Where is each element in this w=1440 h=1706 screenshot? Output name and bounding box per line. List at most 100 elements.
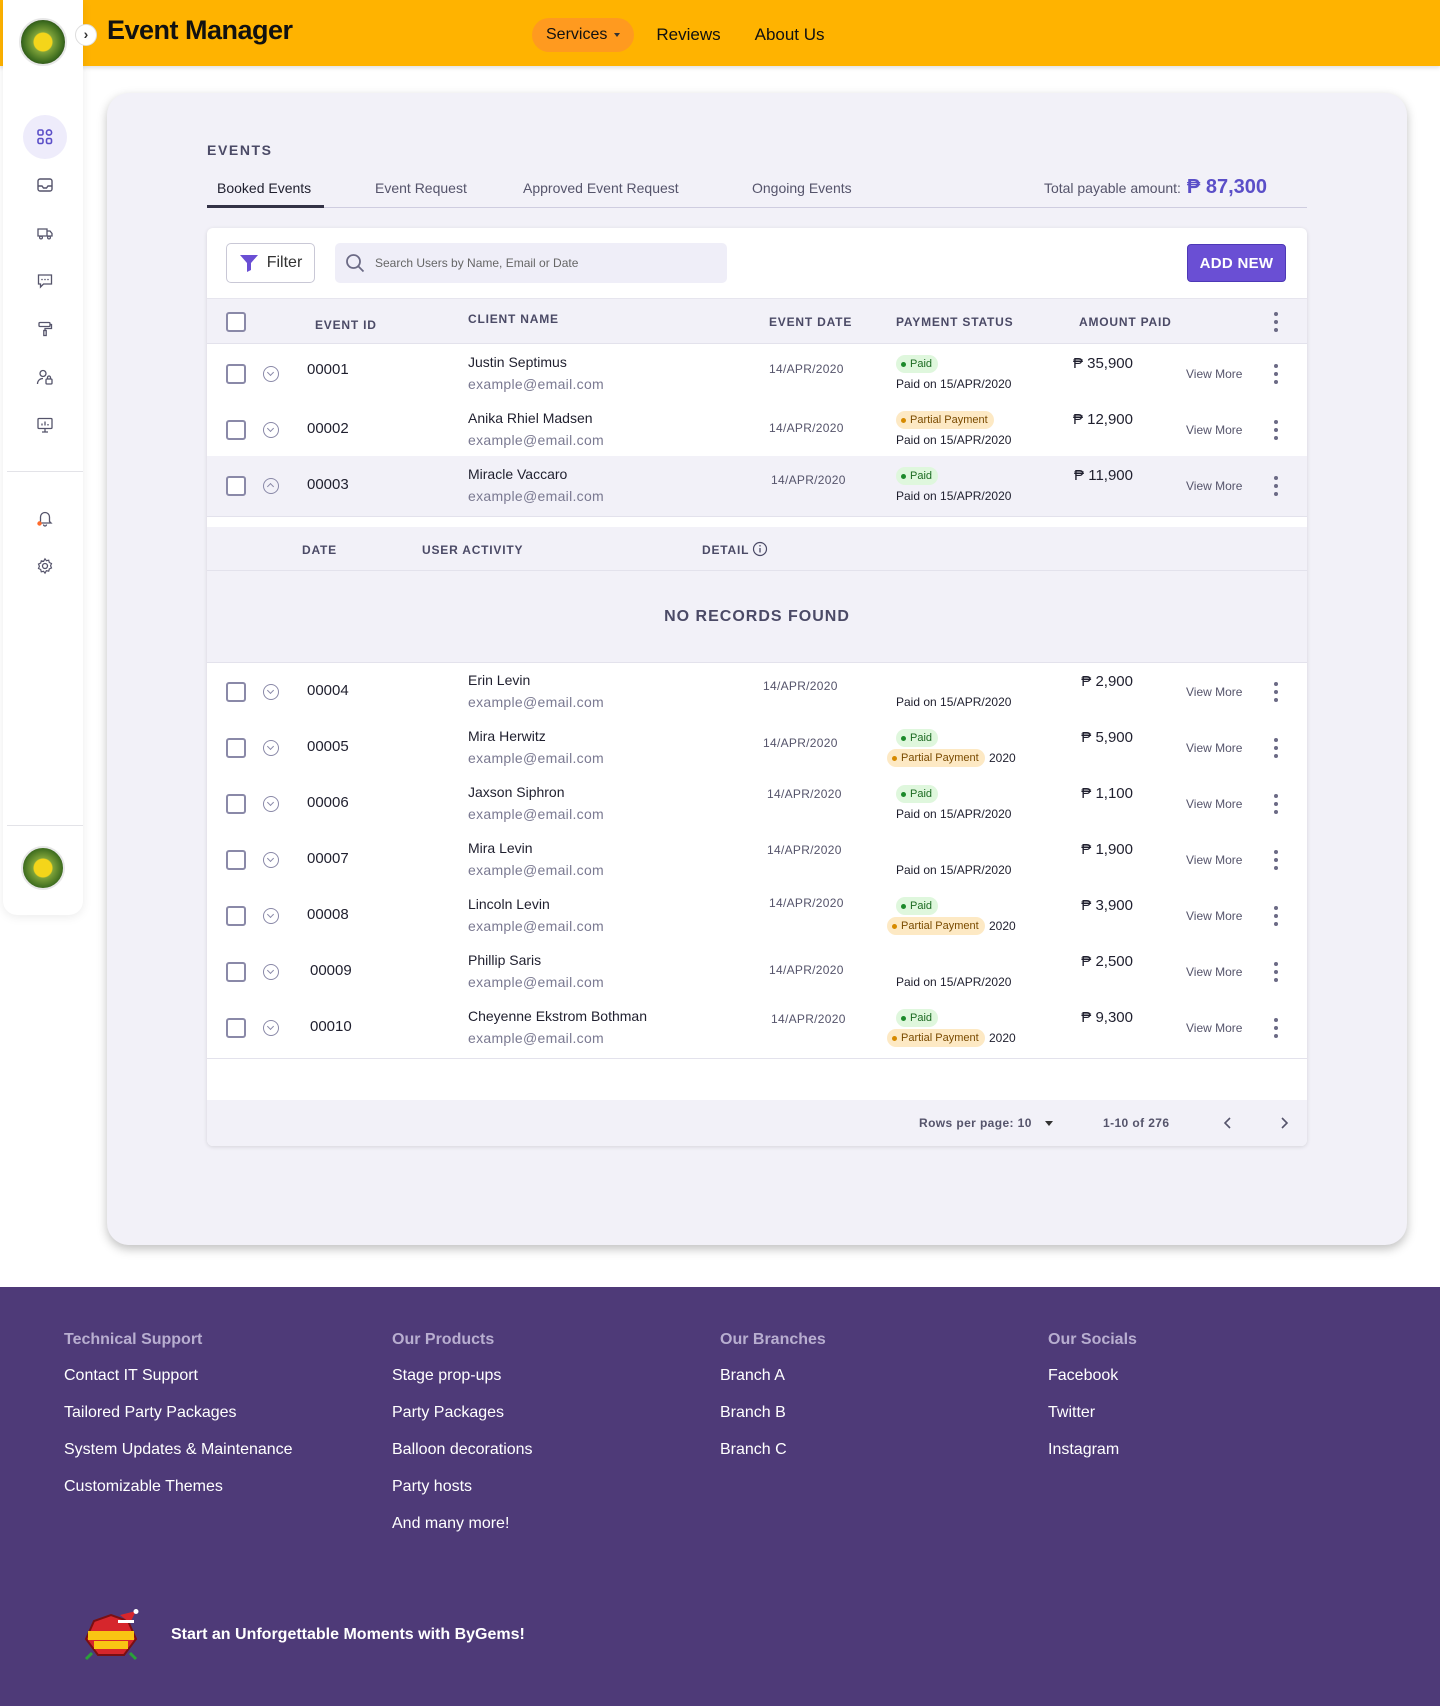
table-row[interactable]: 00002 Anika Rhiel Madsen example@email.com… [207, 400, 1307, 461]
row-menu-icon[interactable] [1274, 850, 1278, 870]
footer-link[interactable]: Branch C [720, 1441, 826, 1459]
footer-link[interactable]: Tailored Party Packages [64, 1404, 293, 1422]
user-lock-icon[interactable] [23, 355, 67, 399]
view-more-link[interactable]: View More [1186, 1021, 1242, 1035]
view-more-link[interactable]: View More [1186, 853, 1242, 867]
table-row[interactable]: 00007 Mira Levin example@email.com 14/APR/2… [207, 830, 1307, 891]
footer-link[interactable]: Contact IT Support [64, 1367, 293, 1385]
footer-link[interactable]: Stage prop-ups [392, 1367, 533, 1385]
footer-link[interactable]: Twitter [1048, 1404, 1137, 1422]
table-row[interactable]: 00004 Erin Levin example@email.com 14/APR/2… [207, 662, 1307, 723]
expand-row-icon[interactable] [263, 1020, 279, 1036]
row-menu-icon[interactable] [1274, 420, 1278, 440]
expand-row-icon[interactable] [263, 366, 279, 382]
expand-row-icon[interactable] [263, 908, 279, 924]
settings-icon[interactable] [23, 544, 67, 588]
table-row[interactable]: 00001 Justin Septimus example@email.com 14/… [207, 344, 1307, 405]
row-menu-icon[interactable] [1274, 364, 1278, 384]
avatar[interactable] [19, 18, 67, 66]
expand-row-icon[interactable] [263, 964, 279, 980]
view-more-link[interactable]: View More [1186, 685, 1242, 699]
nav-reviews[interactable]: Reviews [656, 25, 720, 45]
view-more-link[interactable]: View More [1186, 797, 1242, 811]
row-menu-icon[interactable] [1274, 738, 1278, 758]
expand-row-icon[interactable] [263, 684, 279, 700]
row-checkbox[interactable] [226, 420, 246, 440]
footer-link[interactable]: System Updates & Maintenance [64, 1441, 293, 1459]
row-menu-icon[interactable] [1274, 962, 1278, 982]
nav-about-us[interactable]: About Us [755, 25, 825, 45]
collapse-row-icon[interactable] [263, 478, 279, 494]
footer-link[interactable]: Instagram [1048, 1441, 1137, 1459]
table-row[interactable]: 00008 Lincoln Levin example@email.com 14/AP… [207, 886, 1307, 947]
info-icon[interactable] [752, 541, 768, 557]
tab-event-request[interactable]: Event Request [375, 180, 467, 196]
paint-roller-icon[interactable] [23, 307, 67, 351]
row-checkbox[interactable] [226, 794, 246, 814]
view-more-link[interactable]: View More [1186, 367, 1242, 381]
rows-per-page[interactable]: Rows per page: 10 [919, 1116, 1032, 1130]
chat-icon[interactable] [23, 259, 67, 303]
expand-row-icon[interactable] [263, 852, 279, 868]
footer-link[interactable]: And many more! [392, 1515, 533, 1533]
truck-icon[interactable] [23, 211, 67, 255]
tab-approved-event-request[interactable]: Approved Event Request [523, 180, 679, 196]
select-all-checkbox[interactable] [226, 312, 246, 332]
bell-icon[interactable] [23, 496, 67, 540]
next-page-icon[interactable] [1277, 1116, 1291, 1130]
footer-link[interactable]: Branch A [720, 1367, 826, 1385]
row-checkbox[interactable] [226, 906, 246, 926]
expand-row-icon[interactable] [263, 740, 279, 756]
tab-booked-events[interactable]: Booked Events [217, 180, 311, 196]
profile-avatar[interactable] [21, 846, 65, 890]
search-input[interactable] [375, 256, 705, 270]
footer-link[interactable]: Party Packages [392, 1404, 533, 1422]
prev-page-icon[interactable] [1221, 1116, 1235, 1130]
expand-row-icon[interactable] [263, 796, 279, 812]
presentation-icon[interactable] [23, 403, 67, 447]
table-row[interactable]: 00005 Mira Herwitz example@email.com 14/APR… [207, 718, 1307, 779]
col-event-id[interactable]: EVENT ID [315, 318, 377, 332]
row-checkbox[interactable] [226, 682, 246, 702]
expand-row-icon[interactable] [263, 422, 279, 438]
col-amount-paid[interactable]: AMOUNT PAID [1079, 315, 1172, 329]
search-box[interactable] [335, 243, 727, 283]
footer-link[interactable]: Customizable Themes [64, 1478, 293, 1496]
view-more-link[interactable]: View More [1186, 479, 1242, 493]
table-row[interactable]: 00006 Jaxson Siphron example@email.com 14/A… [207, 774, 1307, 835]
filter-button[interactable]: Filter [226, 243, 315, 283]
col-event-date[interactable]: EVENT DATE [769, 315, 852, 329]
rows-per-page-caret-icon[interactable] [1045, 1121, 1053, 1126]
column-menu-icon[interactable] [1274, 312, 1278, 332]
nav-services[interactable]: Services [532, 18, 635, 52]
table-row[interactable]: 00009 Phillip Saris example@email.com 14/AP… [207, 942, 1307, 1003]
inbox-icon[interactable] [23, 163, 67, 207]
view-more-link[interactable]: View More [1186, 965, 1242, 979]
row-menu-icon[interactable] [1274, 476, 1278, 496]
footer-link[interactable]: Facebook [1048, 1367, 1137, 1385]
table-row[interactable]: 00003 Miracle Vaccaro example@email.com 14/… [207, 456, 1307, 517]
row-checkbox[interactable] [226, 1018, 246, 1038]
row-checkbox[interactable] [226, 850, 246, 870]
sidebar-expand-button[interactable]: › [75, 24, 97, 46]
footer-link[interactable]: Balloon decorations [392, 1441, 533, 1459]
row-menu-icon[interactable] [1274, 682, 1278, 702]
row-checkbox[interactable] [226, 364, 246, 384]
view-more-link[interactable]: View More [1186, 741, 1242, 755]
row-menu-icon[interactable] [1274, 1018, 1278, 1038]
view-more-link[interactable]: View More [1186, 423, 1242, 437]
table-row[interactable]: 00010 Cheyenne Ekstrom Bothman example@ema… [207, 998, 1307, 1059]
row-checkbox[interactable] [226, 738, 246, 758]
dashboard-icon[interactable] [23, 115, 67, 159]
tab-ongoing-events[interactable]: Ongoing Events [752, 180, 852, 196]
row-menu-icon[interactable] [1274, 794, 1278, 814]
row-checkbox[interactable] [226, 962, 246, 982]
footer-link[interactable]: Party hosts [392, 1478, 533, 1496]
add-new-button[interactable]: ADD NEW [1187, 244, 1286, 282]
col-client-name[interactable]: CLIENT NAME [468, 312, 559, 326]
footer-link[interactable]: Branch B [720, 1404, 826, 1422]
col-payment-status[interactable]: PAYMENT STATUS [896, 315, 1013, 329]
view-more-link[interactable]: View More [1186, 909, 1242, 923]
row-checkbox[interactable] [226, 476, 246, 496]
row-menu-icon[interactable] [1274, 906, 1278, 926]
